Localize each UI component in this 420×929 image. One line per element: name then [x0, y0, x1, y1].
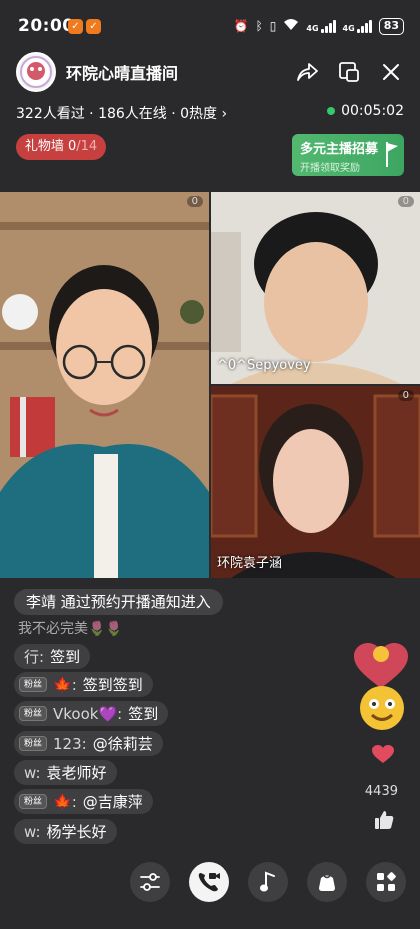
viewer-count-badge: 0	[397, 196, 414, 207]
small-heart-icon	[372, 745, 394, 763]
recruit-subtitle: 开播领取奖励	[300, 163, 360, 174]
chat-text: @徐莉芸	[92, 735, 153, 753]
app-notification-icon: ✓	[68, 19, 83, 34]
share-button[interactable]	[293, 58, 321, 86]
music-button[interactable]	[248, 862, 288, 902]
host-recruit-banner[interactable]: 多元主播招募 开播领取奖励	[292, 134, 404, 176]
room-logo	[20, 56, 52, 88]
chat-text: 签到	[128, 705, 159, 723]
signal-icon: 4G	[306, 19, 336, 33]
chat-message[interactable]: w: 袁老师好	[14, 760, 117, 785]
chat-username[interactable]: 🍁:	[53, 676, 77, 694]
fan-badge: 粉丝	[19, 677, 48, 692]
chat-text: 签到	[50, 648, 81, 666]
chat-text: 袁老师好	[46, 764, 107, 782]
battery-indicator: 83	[378, 17, 404, 35]
gift-button[interactable]	[307, 862, 347, 902]
emoji-animation-icon	[360, 686, 404, 730]
gift-wall-button[interactable]: 礼物墙 0/14	[16, 134, 106, 160]
video-call-button[interactable]	[189, 862, 229, 902]
app-notification-icon: ✓	[86, 19, 101, 34]
chevron-right-icon: ›	[221, 106, 228, 122]
chat-text: @吉康萍	[82, 793, 143, 811]
guest-video-feed	[211, 386, 420, 578]
status-icons: ⏰ ᛒ ▯ 4G 4G 83	[234, 14, 404, 38]
more-apps-button[interactable]	[366, 862, 406, 902]
bluetooth-icon: ᛒ	[255, 19, 263, 33]
viewer-count-badge: 0	[397, 390, 414, 401]
guest-video-top[interactable]: 0 ^0^Sepyovey	[211, 192, 420, 384]
apps-grid-icon	[377, 872, 396, 891]
picture-in-picture-button[interactable]	[335, 58, 363, 86]
host-video-main[interactable]: 0	[0, 192, 209, 578]
signal-icon: 4G	[343, 19, 372, 33]
like-count: 4439	[364, 784, 398, 799]
chat-message[interactable]: 行: 签到	[14, 644, 91, 669]
gift-wall-label: 礼物墙	[24, 139, 64, 154]
chat-message[interactable]: 粉丝 🍁: @吉康萍	[14, 789, 153, 814]
vibrate-icon: ▯	[269, 19, 277, 33]
chat-username[interactable]: 123:	[53, 735, 87, 753]
music-icon	[260, 871, 275, 892]
heart-animation-icon	[354, 643, 408, 688]
chat-username[interactable]: Vkook💜:	[53, 705, 122, 723]
chat-message[interactable]: 粉丝 123: @徐莉芸	[14, 731, 163, 756]
live-timer-text: 00:05:02	[341, 103, 404, 119]
chat-username[interactable]: 行:	[24, 646, 44, 667]
like-button[interactable]	[374, 810, 394, 834]
guest-name: ^0^Sepyovey	[217, 358, 311, 373]
entry-notification: 李靖 通过预约开播通知进入	[14, 589, 223, 615]
chat-message[interactable]: 粉丝 Vkook💜: 签到	[14, 701, 169, 726]
settings-button[interactable]	[130, 862, 170, 902]
viewer-stats[interactable]: 322人看过 · 186人在线 · 0热度 ›	[16, 103, 227, 123]
room-avatar[interactable]	[16, 52, 56, 92]
viewer-stats-text: 322人看过 · 186人在线 · 0热度	[16, 106, 218, 122]
guest-name: 环院袁子涵	[217, 556, 283, 571]
host-video-feed	[0, 192, 209, 578]
chat-text: 签到签到	[82, 676, 143, 694]
gift-bag-icon	[319, 875, 335, 891]
gift-wall-total: /14	[76, 139, 98, 154]
clock: 20:00	[18, 16, 75, 36]
viewer-count-badge: 0	[186, 196, 203, 207]
gift-wall-count: 0	[67, 139, 77, 154]
chat-message[interactable]: 粉丝 🍁: 签到签到	[14, 672, 153, 697]
live-indicator-icon	[327, 107, 336, 115]
close-icon	[383, 64, 399, 80]
sliders-icon	[140, 873, 160, 891]
video-call-icon	[198, 873, 220, 892]
fan-badge: 粉丝	[19, 706, 48, 721]
room-title: 环院心晴直播间	[66, 64, 179, 83]
thumbs-up-icon	[375, 811, 394, 829]
live-timer: 00:05:02	[327, 103, 404, 119]
chat-message[interactable]: w: 杨学长好	[14, 819, 117, 844]
fan-badge: 粉丝	[19, 794, 48, 809]
fan-badge: 粉丝	[19, 736, 48, 751]
chat-message-faded: 我不必完美🌷🌷	[18, 621, 123, 637]
chat-username[interactable]: 🍁:	[53, 793, 77, 811]
guest-video-bottom[interactable]: 0 环院袁子涵	[211, 386, 420, 578]
chat-text: 杨学长好	[46, 823, 107, 841]
guest-video-feed	[211, 192, 420, 384]
chat-username[interactable]: w:	[24, 764, 41, 782]
picture-in-picture-icon	[339, 62, 359, 82]
chat-username[interactable]: w:	[24, 823, 41, 841]
share-icon	[297, 63, 318, 81]
flag-icon	[386, 142, 398, 167]
close-button[interactable]	[377, 58, 405, 86]
recruit-title: 多元主播招募	[300, 142, 379, 157]
wifi-icon	[283, 18, 299, 34]
alarm-icon: ⏰	[233, 19, 249, 33]
